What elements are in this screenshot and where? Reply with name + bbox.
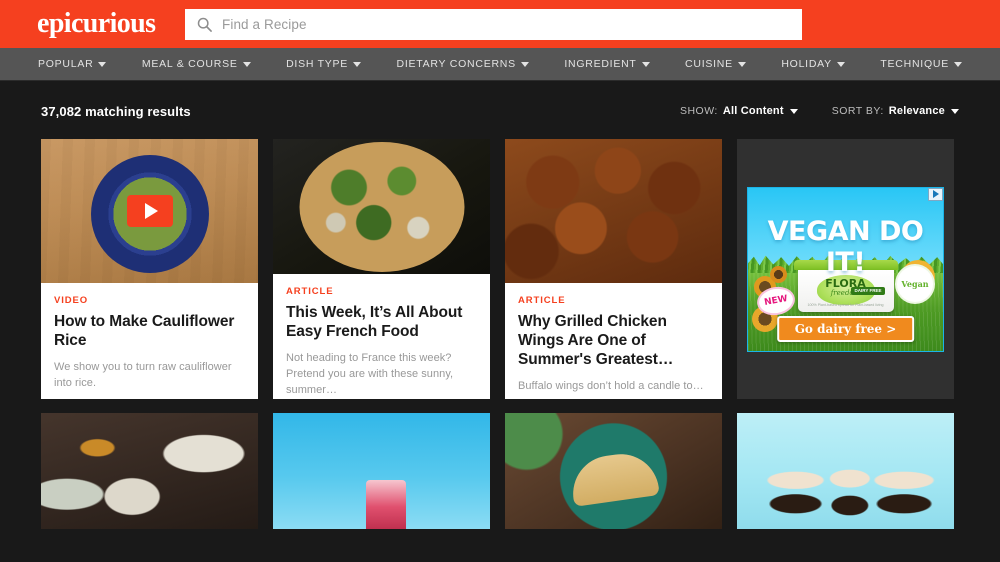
flora-vegan-ad-banner[interactable]: VEGAN DO IT! FLORA freedom DAIRY FREE 10… (747, 186, 944, 352)
nav-label: TECHNIQUE (880, 58, 949, 70)
primary-nav: POPULAR MEAL & COURSE DISH TYPE DIETARY … (0, 48, 1000, 81)
card-kicker: ARTICLE (286, 286, 334, 298)
results-count: 37,082 matching results (41, 103, 191, 119)
grilled-chicken-wings-photo (505, 139, 722, 283)
result-card[interactable]: ARTICLE Why Grilled Chicken Wings Are On… (505, 139, 722, 399)
search-placeholder: Find a Recipe (222, 17, 307, 32)
search-icon (197, 17, 212, 32)
chevron-down-icon (953, 61, 962, 67)
card-thumbnail (505, 413, 722, 529)
results-toolbar: 37,082 matching results SHOW: All Conten… (0, 83, 1000, 139)
nav-item-holiday[interactable]: HOLIDAY (781, 58, 845, 70)
table-set-with-stew-photo (41, 413, 258, 529)
chevron-down-icon (951, 108, 959, 114)
results-grid-row-2 (0, 413, 1000, 529)
ad-cta-button[interactable]: Go dairy free > (776, 315, 915, 342)
card-thumbnail (41, 413, 258, 529)
chevron-down-icon (520, 61, 529, 67)
nav-label: MEAL & COURSE (141, 58, 238, 70)
results-grid-row-1: VIDEO How to Make Cauliflower Rice We sh… (0, 139, 1000, 399)
search-input[interactable]: Find a Recipe (185, 9, 802, 40)
nav-item-technique[interactable]: TECHNIQUE (880, 58, 962, 70)
result-card[interactable] (41, 413, 258, 529)
nav-item-meal-and-course[interactable]: MEAL & COURSE (142, 58, 251, 70)
dairy-free-badge: DAIRY FREE (851, 286, 885, 296)
nav-item-ingredient[interactable]: INGREDIENT (564, 58, 650, 70)
chevron-down-icon (641, 61, 650, 67)
nav-label: DIETARY CONCERNS (396, 58, 516, 70)
show-filter-dropdown[interactable]: SHOW: All Content (680, 105, 798, 117)
nav-item-popular[interactable]: POPULAR (38, 58, 107, 70)
chevron-down-icon (353, 61, 362, 67)
root-beer-floats-photo (737, 413, 954, 529)
result-card[interactable] (273, 413, 490, 529)
chevron-down-icon (242, 61, 251, 67)
card-thumbnail (41, 139, 258, 283)
card-title[interactable]: Why Grilled Chicken Wings Are One of Sum… (518, 313, 709, 370)
result-card[interactable] (505, 413, 722, 529)
video-play-button[interactable] (126, 195, 173, 227)
nav-item-dietary-concerns[interactable]: DIETARY CONCERNS (397, 58, 529, 70)
chevron-down-icon (737, 61, 746, 67)
card-thumbnail (737, 413, 954, 529)
vegan-badge: Vegan (897, 265, 933, 302)
show-filter-label: SHOW: (679, 105, 718, 117)
card-title[interactable]: This Week, It’s All About Easy French Fo… (286, 304, 477, 342)
result-card[interactable]: ARTICLE This Week, It’s All About Easy F… (273, 139, 490, 399)
sort-by-dropdown[interactable]: SORT BY: Relevance (832, 105, 959, 117)
result-card[interactable]: VIDEO How to Make Cauliflower Rice We sh… (41, 139, 258, 399)
card-kicker: ARTICLE (518, 295, 566, 306)
card-title[interactable]: How to Make Cauliflower Rice (54, 313, 245, 351)
result-card[interactable] (737, 413, 954, 529)
card-thumbnail (273, 413, 490, 529)
play-icon (144, 203, 158, 219)
card-description: Buffalo wings don’t hold a candle to… (518, 379, 704, 392)
card-kicker: VIDEO (54, 295, 89, 306)
sort-by-value: Relevance (888, 105, 945, 117)
adchoices-triangle (932, 190, 939, 198)
french-food-pizza-photo (273, 139, 490, 275)
chevron-down-icon (789, 108, 798, 114)
tacos-on-plate-photo (505, 413, 722, 529)
epicurious-logo[interactable]: epicurious (37, 10, 156, 38)
adchoices-icon[interactable] (928, 187, 943, 201)
nav-label: CUISINE (685, 58, 733, 70)
card-thumbnail (273, 139, 490, 275)
advertisement-slot: VEGAN DO IT! FLORA freedom DAIRY FREE 10… (737, 139, 954, 399)
nav-label: POPULAR (38, 58, 94, 70)
nav-label: HOLIDAY (781, 58, 832, 70)
ad-fine-print: 100% Plant-based spread for Plant-based … (807, 302, 884, 307)
nav-label: INGREDIENT (564, 58, 637, 70)
sort-by-label: SORT BY: (831, 105, 884, 117)
chevron-down-icon (836, 61, 845, 67)
nav-label: DISH TYPE (286, 58, 349, 70)
site-header: epicurious Find a Recipe (0, 0, 1000, 48)
cocktail-pour-photo (273, 413, 490, 529)
card-description: We show you to turn raw cauliflower into… (54, 360, 232, 389)
card-description: Not heading to France this week? Pretend… (286, 352, 454, 397)
nav-item-cuisine[interactable]: CUISINE (685, 58, 746, 70)
chevron-down-icon (98, 61, 107, 67)
card-thumbnail (505, 139, 722, 283)
nav-item-dish-type[interactable]: DISH TYPE (286, 58, 362, 70)
show-filter-value: All Content (722, 105, 784, 117)
